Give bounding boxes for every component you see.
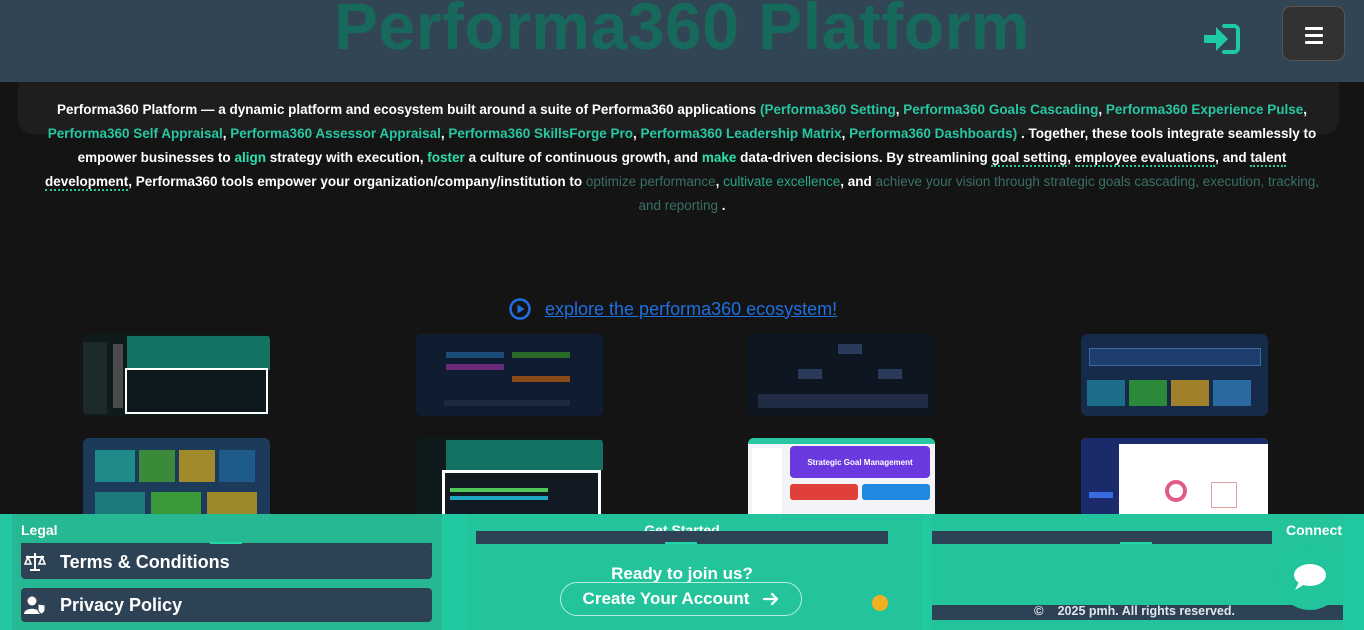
separator: , bbox=[1067, 150, 1071, 165]
arrow-right-icon bbox=[763, 592, 779, 606]
scale-balance-icon bbox=[24, 553, 46, 571]
term-goal-setting: goal setting bbox=[991, 150, 1068, 167]
app-thumbnail-skillsforge-pro[interactable] bbox=[416, 438, 603, 520]
copyright-icon: © bbox=[1034, 603, 1044, 618]
intro-text: strategy with execution, bbox=[269, 150, 424, 165]
copyright: © 2025 pmh. All rights reserved. bbox=[1034, 603, 1235, 618]
footer-connect-heading: Connect bbox=[1286, 522, 1342, 538]
intro-text: a culture of continuous growth, and bbox=[468, 150, 699, 165]
status-dot-icon bbox=[872, 595, 888, 611]
thumbnail-card-title: Strategic Goal Management bbox=[790, 446, 930, 478]
chat-button[interactable] bbox=[1277, 544, 1343, 610]
term-employee-evaluations: employee evaluations bbox=[1074, 150, 1216, 167]
play-circle-icon bbox=[509, 298, 531, 320]
app-link-dashboards[interactable]: Performa360 Dashboards bbox=[849, 126, 1013, 141]
create-account-button[interactable]: Create Your Account bbox=[560, 582, 802, 616]
chat-bubble-icon bbox=[1294, 564, 1326, 590]
intro-paragraph: Performa360 Platform — a dynamic platfor… bbox=[44, 102, 1320, 213]
app-link-experience-pulse[interactable]: Performa360 Experience Pulse bbox=[1106, 102, 1303, 117]
app-link-goals-cascading[interactable]: Performa360 Goals Cascading bbox=[903, 102, 1098, 117]
goal-optimize-performance: optimize performance bbox=[585, 174, 716, 189]
separator: , bbox=[715, 174, 720, 189]
app-thumbnail-assessor-appraisal[interactable] bbox=[83, 438, 270, 520]
keyword-foster: foster bbox=[427, 150, 465, 165]
intro-text: , Performa360 tools empower your organiz… bbox=[128, 174, 583, 189]
divider bbox=[210, 542, 242, 544]
goal-cultivate-excellence: cultivate excellence bbox=[723, 174, 841, 189]
intro-text: Performa360 Platform — a dynamic platfor… bbox=[56, 102, 757, 117]
user-shield-icon bbox=[24, 596, 46, 615]
app-link-skillsforge-pro[interactable]: Performa360 SkillsForge Pro bbox=[448, 126, 633, 141]
login-icon[interactable] bbox=[1202, 22, 1242, 56]
privacy-label: Privacy Policy bbox=[60, 594, 183, 615]
divider bbox=[665, 542, 697, 544]
footer-legal-heading: Legal bbox=[21, 522, 58, 538]
app-thumbnail-experience-pulse[interactable] bbox=[748, 334, 935, 416]
explore-ecosystem-link[interactable]: explore the performa360 ecosystem! bbox=[545, 299, 837, 320]
copyright-text: 2025 pmh. All rights reserved. bbox=[1057, 603, 1235, 618]
divider bbox=[1120, 542, 1152, 544]
brand-title: Performa360 Platform bbox=[334, 0, 1030, 63]
app-thumbnail-self-appraisal[interactable] bbox=[1081, 334, 1268, 416]
app-thumbnail-leadership-matrix[interactable]: Strategic Goal Management bbox=[748, 438, 935, 520]
app-thumbnail-dashboards[interactable] bbox=[1081, 438, 1268, 520]
menu-button[interactable] bbox=[1282, 6, 1345, 61]
hamburger-menu-icon bbox=[1305, 27, 1323, 48]
paren-close: ) bbox=[1012, 126, 1018, 141]
app-thumbnail-goals-cascading[interactable] bbox=[416, 334, 603, 416]
create-account-label: Create Your Account bbox=[582, 589, 750, 608]
ready-text: Ready to join us? bbox=[611, 564, 753, 583]
separator: , and bbox=[840, 174, 872, 189]
terms-link[interactable]: Terms & Conditions bbox=[21, 545, 432, 579]
terms-label: Terms & Conditions bbox=[60, 551, 230, 572]
privacy-link[interactable]: Privacy Policy bbox=[21, 588, 432, 622]
keyword-align: align bbox=[234, 150, 266, 165]
app-link-self-appraisal[interactable]: Performa360 Self Appraisal bbox=[48, 126, 223, 141]
intro-text: data-driven decisions. By streamlining bbox=[740, 150, 988, 165]
separator: . bbox=[721, 198, 726, 213]
divider bbox=[932, 531, 1272, 544]
app-thumbnail-setting[interactable] bbox=[83, 334, 270, 416]
separator: , and bbox=[1215, 150, 1247, 165]
app-link-leadership-matrix[interactable]: Performa360 Leadership Matrix bbox=[641, 126, 842, 141]
app-link-assessor-appraisal[interactable]: Performa360 Assessor Appraisal bbox=[230, 126, 441, 141]
explore-ecosystem: explore the performa360 ecosystem! bbox=[509, 296, 837, 322]
top-header: Performa360 Platform bbox=[0, 0, 1364, 82]
app-link-setting[interactable]: Performa360 Setting bbox=[764, 102, 895, 117]
keyword-make: make bbox=[701, 150, 737, 165]
